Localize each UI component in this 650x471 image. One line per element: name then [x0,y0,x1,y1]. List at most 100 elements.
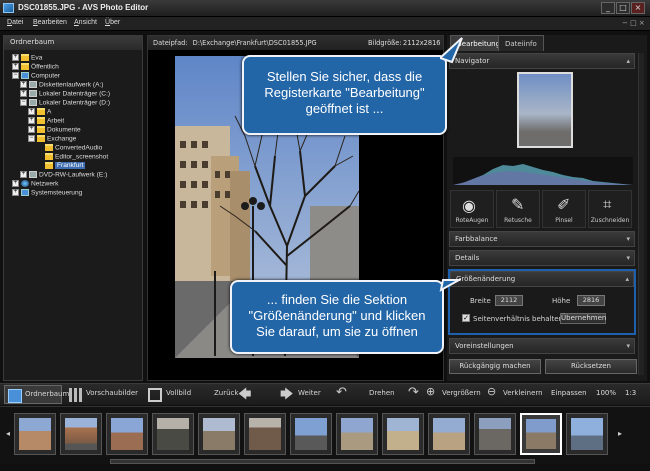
retouch-tool-button[interactable]: ✎ Retusche [496,190,540,228]
rotate-right-button[interactable]: ↷ [406,385,426,404]
filmstrip-left-arrow-icon[interactable]: ◂ [6,429,10,438]
voreinstellungen-section[interactable]: Voreinstellungen ▾ [449,338,635,354]
tree-node-eva[interactable]: + Eva [12,54,142,63]
thumbnails-view-button[interactable]: Vorschaubilder [66,385,138,404]
floppy-icon [29,81,37,88]
tree-expander-icon[interactable]: + [12,54,19,61]
thumbnail[interactable] [60,413,102,455]
tree-node-frankfurt[interactable]: Frankfurt [12,162,142,171]
thumbnail-image [157,418,189,450]
tree-node-exchange[interactable]: − Exchange [12,135,142,144]
tree-expander-icon[interactable]: + [12,63,19,70]
fit-button[interactable]: Einpassen [551,389,587,397]
folder-tree-view-button[interactable]: Ordnerbaum [4,385,69,404]
thumbnail[interactable] [14,413,56,455]
keep-ratio-checkbox[interactable]: ✓ [462,314,470,322]
tree-expander-icon[interactable]: + [20,171,27,178]
resize-section-header[interactable]: Größenänderung ▴ [450,271,634,287]
thumbnail[interactable] [428,413,470,455]
zoom-out-button[interactable]: ⊖ Verkleinern [487,385,543,404]
tree-expander-icon[interactable]: − [12,72,19,79]
tree-node-label: A [47,108,52,116]
retouch-label: Retusche [504,217,532,224]
thumbnail[interactable] [152,413,194,455]
thumbnail[interactable] [382,413,424,455]
tree-expander-icon[interactable]: + [12,189,19,196]
tree-expander-icon[interactable]: + [28,126,35,133]
farbbalance-section[interactable]: Farbbalance ▾ [449,231,635,247]
minimize-button[interactable]: _ [601,2,615,14]
filmstrip-right-arrow-icon[interactable]: ▸ [618,429,622,438]
zoom-out-icon: ⊖ [487,385,497,398]
height-label: Höhe [552,297,571,305]
tree-expander-icon[interactable]: + [28,108,35,115]
tree-node-label: Arbeit [47,117,65,125]
keep-ratio-label: Seitenverhältnis behalten [473,315,563,323]
thumbnail[interactable] [474,413,516,455]
rotate-button[interactable]: ↶ Drehen [336,385,396,404]
tree-node-arbeit[interactable]: + Arbeit [12,117,142,126]
tree-node-label: Editor_screenshot [55,153,109,161]
thumbnail[interactable] [198,413,240,455]
tree-node-label: Netzwerk [31,180,59,188]
undo-button[interactable]: Rückgängig machen [449,359,541,374]
panel-scrollbar[interactable] [638,53,644,375]
thumbnail[interactable] [244,413,286,455]
tree-node-lokaler-datenträger-d[interactable]: − Lokaler Datenträger (D:) [12,99,142,108]
close-button[interactable]: × [631,2,645,14]
tree-expander-icon[interactable]: + [20,81,27,88]
chevron-down-icon: ▾ [626,342,630,350]
tree-node-label: Dokumente [47,126,81,134]
reset-button[interactable]: Rücksetzen [545,359,637,374]
app-logo-icon [3,3,14,13]
zoom-in-button[interactable]: ⊕ Vergrößern [426,385,481,404]
thumbnail[interactable] [106,413,148,455]
brush-tool-button[interactable]: ✐ Pinsel [542,190,586,228]
tree-node-a[interactable]: + A [12,108,142,117]
tree-node-editor-screenshot[interactable]: Editor_screenshot [12,153,142,162]
folder-tree-icon [8,389,22,403]
tree-expander-icon[interactable]: + [20,90,27,97]
folder-tree-view-label: Ordnerbaum [25,390,70,398]
width-input[interactable]: 2112 [495,295,523,306]
tree-expander-icon[interactable]: + [28,117,35,124]
thumbnail[interactable] [290,413,332,455]
tree-node-dokumente[interactable]: + Dokumente [12,126,142,135]
filmstrip-scrollbar[interactable] [110,459,535,464]
menu-datei[interactable]: Datei [7,19,23,26]
apply-button[interactable]: Übernehmen [560,313,606,324]
menu-bearbeiten[interactable]: Bearbeiten [33,19,67,26]
tree-node-lokaler-datenträger-c[interactable]: + Lokaler Datenträger (C:) [12,90,142,99]
actual-size-button[interactable]: 1:3 [625,389,636,397]
height-input[interactable]: 2816 [577,295,605,306]
tree-node-diskettenlaufwerk-a[interactable]: + Diskettenlaufwerk (A:) [12,81,142,90]
fullscreen-button[interactable]: Vollbild [146,385,191,404]
forward-button[interactable]: 🡆 Weiter [280,385,322,404]
tab-dateiinfo[interactable]: Dateiinfo [498,35,544,51]
navigator-header[interactable]: Navigator ▴ [449,53,635,69]
chevron-down-icon: ▾ [626,235,630,243]
thumbnail[interactable] [336,413,378,455]
back-button[interactable]: Zurück 🡄 [214,385,256,404]
tree-expander-icon[interactable]: − [28,135,35,142]
tree-node-dvd-rw-laufwerk-e[interactable]: + DVD-RW-Laufwerk (E:) [12,171,142,180]
crop-tool-button[interactable]: ⌗ Zuschneiden [588,190,632,228]
tree-node-systemsteuerung[interactable]: + Systemsteuerung [12,189,142,198]
dvd-icon [29,171,37,178]
details-section[interactable]: Details ▾ [449,250,635,266]
edit-panel: Bearbeitung Dateiinfo Navigator ▴ ◉ RoteA… [447,35,647,381]
menu-ueber[interactable]: Über [105,19,120,26]
thumbnail[interactable] [566,413,608,455]
tree-node-convertedaudio[interactable]: ConvertedAudio [12,144,142,153]
red-eye-tool-button[interactable]: ◉ RoteAugen [450,190,494,228]
crop-icon: ⌗ [603,195,612,213]
maximize-button[interactable]: □ [616,2,630,14]
tree-node-netzwerk[interactable]: + Netzwerk [12,180,142,189]
menu-ansicht[interactable]: Ansicht [74,19,97,26]
thumbnail-selected[interactable] [520,413,562,455]
tree-expander-icon[interactable]: + [12,180,19,187]
navigator-thumbnail[interactable] [517,72,573,148]
tree-node-computer[interactable]: − Computer [12,72,142,81]
tree-expander-icon[interactable]: − [20,99,27,106]
tree-node-öffentlich[interactable]: + Öffentlich [12,63,142,72]
